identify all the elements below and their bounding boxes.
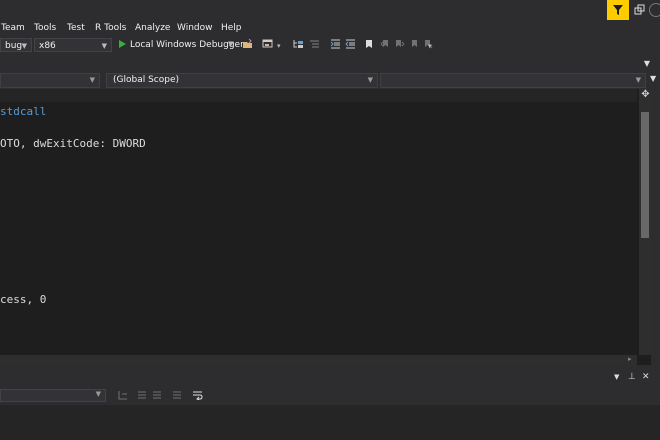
scope-value: (Global Scope) [113, 75, 180, 85]
output-source-select[interactable]: ▼ [0, 389, 106, 402]
toolbar-separator-strip: ▼ [0, 58, 660, 72]
nav-bar-dropdown-icon[interactable]: ▼ [650, 74, 656, 83]
window-layout-icon[interactable] [262, 39, 273, 49]
next-message-icon[interactable] [152, 390, 162, 400]
code-line: cess, 0 [0, 293, 47, 306]
scroll-right-icon[interactable]: ▸ [628, 355, 632, 363]
menu-item-help[interactable]: Help [221, 23, 242, 33]
horizontal-scrollbar[interactable]: ▸ [0, 355, 637, 365]
hierarchy-icon[interactable] [293, 39, 303, 49]
right-tool-rail [651, 89, 660, 369]
code-line: OTO, dwExitCode: DWORD [0, 137, 146, 150]
previous-message-icon[interactable] [137, 390, 147, 400]
solution-platform-select[interactable]: x86 ▼ [34, 38, 112, 52]
close-icon[interactable]: ✕ [642, 372, 650, 382]
menu-item-team[interactable]: Team [1, 23, 25, 33]
project-select[interactable]: ▼ [0, 73, 100, 88]
increase-indent-icon[interactable] [345, 39, 355, 49]
solution-configuration-select[interactable]: bug ▼ [0, 38, 32, 52]
chevron-down-icon: ▼ [101, 42, 107, 50]
chevron-down-icon: ▼ [89, 76, 95, 84]
member-select[interactable]: ▼ [380, 73, 646, 88]
decrease-indent-icon[interactable] [330, 39, 340, 49]
chevron-down-icon: ▼ [95, 390, 101, 398]
scope-select[interactable]: (Global Scope) ▼ [106, 73, 378, 88]
navigation-bar: ▼ (Global Scope) ▼ ▼ ▼ [0, 72, 660, 89]
chevron-down-icon[interactable]: ▼ [228, 40, 233, 48]
browse-folder-icon[interactable] [242, 38, 252, 49]
chevron-down-icon: ▼ [367, 76, 373, 84]
vertical-scrollbar[interactable] [639, 89, 651, 355]
chevron-down-icon: ▼ [635, 76, 641, 84]
editor-ruler [0, 89, 637, 103]
split-editor-icon[interactable]: ✥ [640, 89, 651, 100]
chevron-down-icon[interactable]: ▾ [428, 42, 432, 50]
panel-header: ▼ ⊥ ✕ [0, 372, 660, 385]
pin-icon[interactable]: ⊥ [628, 372, 636, 382]
panel-options-icon[interactable]: ▼ [614, 373, 619, 381]
menu-item-window[interactable]: Window [177, 23, 213, 33]
next-bookmark-icon[interactable] [395, 39, 405, 49]
menu-item-analyze[interactable]: Analyze [135, 23, 170, 33]
code-editor[interactable]: stdcall OTO, dwExitCode: DWORD cess, 0 [0, 102, 637, 355]
start-debugger-button[interactable]: Local Windows Debugger [130, 40, 244, 50]
run-play-icon[interactable] [117, 39, 127, 49]
menu-item-r-tools[interactable]: R Tools [95, 23, 126, 33]
outline-icon[interactable] [309, 39, 319, 49]
chevron-down-icon[interactable]: ▾ [277, 42, 281, 50]
previous-bookmark-icon[interactable] [380, 39, 390, 49]
solution-configuration-value: bug [5, 41, 23, 51]
standard-toolbar: bug ▼ x86 ▼ Local Windows Debugger ▼ ▾ ▾ [0, 36, 660, 58]
chevron-down-icon: ▼ [21, 42, 27, 50]
solution-platform-value: x86 [39, 41, 56, 51]
title-bar [0, 0, 660, 20]
search-icon[interactable] [649, 3, 660, 17]
scrollbar-thumb[interactable] [641, 112, 649, 238]
clear-all-icon[interactable] [172, 390, 182, 400]
menu-item-test[interactable]: Test [67, 23, 85, 33]
filter-button[interactable] [607, 0, 629, 20]
toolbar-overflow-chevron-icon[interactable]: ▼ [644, 59, 650, 68]
panel-splitter[interactable] [0, 365, 660, 373]
output-panel-body [0, 405, 660, 440]
code-line: stdcall [0, 105, 47, 118]
bookmark-folder-icon[interactable] [410, 39, 420, 49]
bookmark-icon[interactable] [364, 39, 374, 49]
filter-icon [613, 5, 623, 15]
go-to-current-icon[interactable] [118, 390, 128, 400]
menu-item-tools[interactable]: Tools [34, 23, 56, 33]
restore-window-icon[interactable] [634, 4, 646, 16]
word-wrap-icon[interactable] [192, 390, 203, 401]
